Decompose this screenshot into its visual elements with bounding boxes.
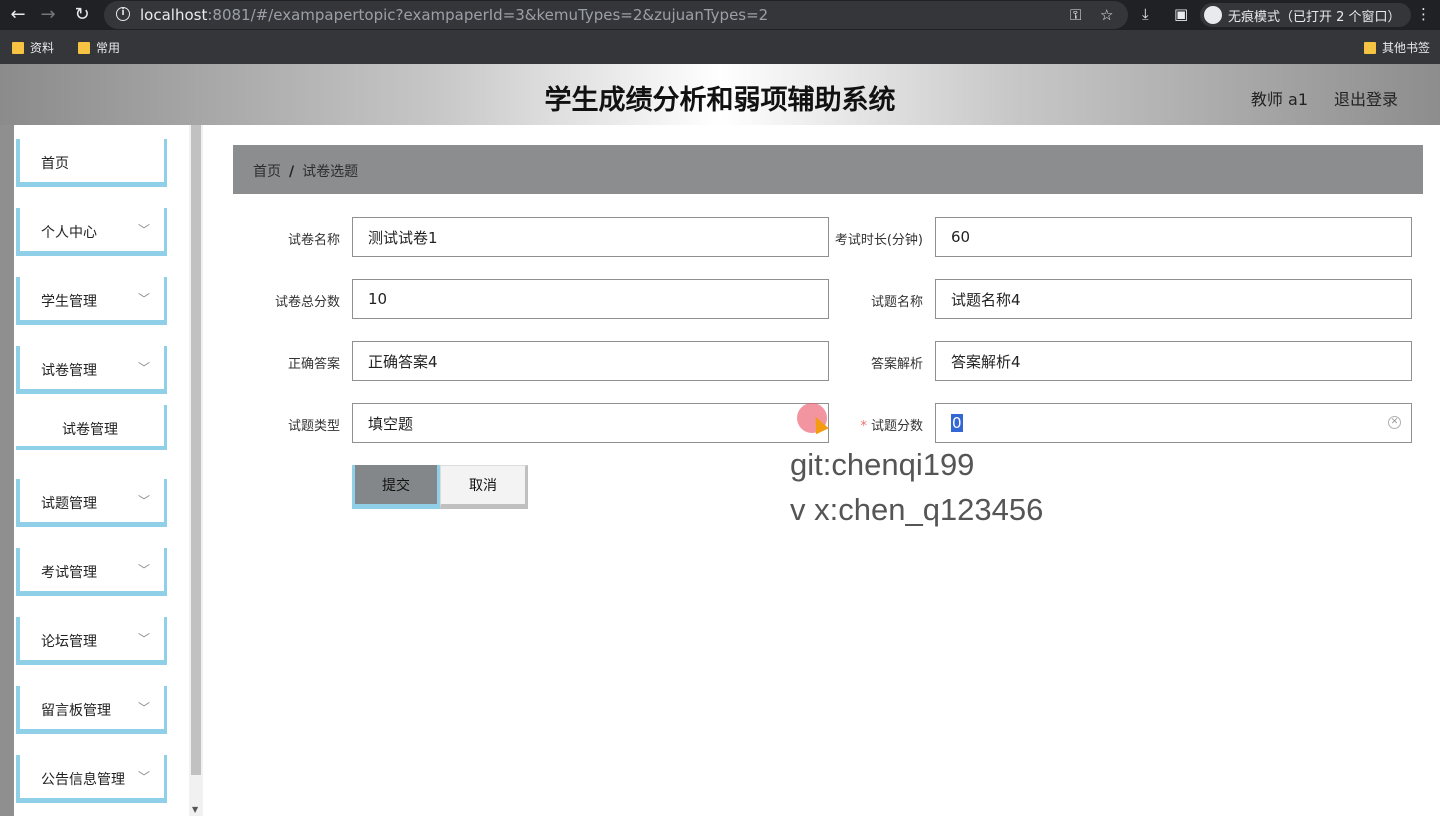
chevron-down-icon: ﹀ bbox=[137, 361, 150, 375]
other-bookmarks-label: 其他书签 bbox=[1382, 41, 1431, 55]
chevron-down-icon: ﹀ bbox=[137, 563, 150, 577]
reload-icon[interactable]: ↻ bbox=[72, 5, 92, 25]
clear-icon[interactable]: ✕ bbox=[1388, 416, 1401, 429]
sidebar-item-label: 论坛管理 bbox=[41, 634, 97, 650]
folder-icon bbox=[78, 41, 90, 54]
sidebar-item-label: 公告信息管理 bbox=[41, 772, 125, 788]
sidebar-item-label: 试题管理 bbox=[41, 496, 97, 512]
overlay-text-contact: v x:chen_q123456 bbox=[790, 492, 1044, 527]
address-bar[interactable]: i localhost:8081/#/exampapertopic?exampa… bbox=[104, 1, 1128, 29]
question-score-input[interactable]: 0 ✕ bbox=[935, 403, 1412, 443]
sidebar-scrollbar[interactable]: ▼ bbox=[189, 125, 203, 816]
chevron-down-icon: ﹀ bbox=[137, 223, 150, 237]
bookmark-folder[interactable]: 常用 bbox=[78, 39, 120, 56]
url-text[interactable]: localhost:8081/#/exampapertopic?exampape… bbox=[140, 6, 768, 24]
question-type-input[interactable] bbox=[352, 403, 829, 443]
question-type-label: 试题类型 bbox=[287, 419, 340, 434]
question-name-input[interactable] bbox=[935, 279, 1412, 319]
overlay-text-git: git:chenqi199 bbox=[790, 447, 975, 482]
question-name-label: 试题名称 bbox=[870, 295, 923, 310]
sidepanel-icon[interactable]: ▣ bbox=[1174, 5, 1188, 23]
total-score-input[interactable] bbox=[352, 279, 829, 319]
sidebar-item-label: 考试管理 bbox=[41, 565, 97, 581]
sidebar-item-paper-management[interactable]: 试卷管理 ﹀ bbox=[16, 346, 167, 394]
question-score-label-text: 试题分数 bbox=[870, 419, 923, 434]
analysis-input[interactable] bbox=[935, 341, 1412, 381]
chevron-down-icon: ﹀ bbox=[137, 701, 150, 715]
sidebar-item-label: 学生管理 bbox=[41, 294, 97, 310]
sidebar-item-personal-center[interactable]: 个人中心 ﹀ bbox=[16, 208, 167, 256]
sidebar-item-label: 首页 bbox=[41, 156, 69, 172]
cancel-button[interactable]: 取消 bbox=[440, 465, 528, 509]
url-rest: :8081/#/exampapertopic?exampaperId=3&kem… bbox=[207, 6, 769, 24]
scroll-down-icon[interactable]: ▼ bbox=[192, 805, 198, 814]
incognito-badge[interactable]: 无痕模式（已打开 2 个窗口） bbox=[1200, 3, 1411, 27]
bookmark-label: 资料 bbox=[30, 41, 55, 55]
submenu-item-label: 试卷管理 bbox=[62, 422, 118, 438]
app-title: 学生成绩分析和弱项辅助系统 bbox=[544, 85, 896, 116]
bookmark-folder[interactable]: 资料 bbox=[12, 39, 54, 56]
paper-name-label: 试卷名称 bbox=[287, 233, 340, 248]
logout-link[interactable]: 退出登录 bbox=[1334, 86, 1398, 110]
browser-toolbar: ← → ↻ i localhost:8081/#/exampapertopic?… bbox=[0, 0, 1440, 30]
required-mark: * bbox=[860, 419, 867, 434]
chevron-down-icon: ﹀ bbox=[137, 494, 150, 508]
key-icon[interactable]: ⚿ bbox=[1070, 6, 1081, 24]
chevron-down-icon: ﹀ bbox=[137, 632, 150, 646]
forward-icon[interactable]: → bbox=[38, 5, 58, 25]
star-icon[interactable]: ☆ bbox=[1100, 6, 1113, 24]
folder-icon bbox=[12, 41, 24, 54]
paper-name-input[interactable] bbox=[352, 217, 829, 257]
bookmark-label: 常用 bbox=[96, 41, 121, 55]
total-score-label: 试卷总分数 bbox=[274, 295, 340, 310]
sidebar-item-exam-management[interactable]: 考试管理 ﹀ bbox=[16, 548, 167, 596]
back-icon[interactable]: ← bbox=[8, 5, 28, 25]
question-score-label: * 试题分数 bbox=[860, 415, 923, 434]
chevron-down-icon: ﹀ bbox=[137, 770, 150, 784]
breadcrumb: 首页 / 试卷选题 bbox=[253, 161, 358, 181]
incognito-icon bbox=[1204, 6, 1222, 24]
menu-dots-icon[interactable]: ⋮ bbox=[1416, 5, 1431, 23]
sidebar-item-message-board[interactable]: 留言板管理 ﹀ bbox=[16, 686, 167, 734]
duration-label: 考试时长(分钟) bbox=[834, 233, 923, 248]
sidebar-item-student-management[interactable]: 学生管理 ﹀ bbox=[16, 277, 167, 325]
answer-label: 正确答案 bbox=[287, 357, 340, 372]
download-icon[interactable]: ⤓ bbox=[1142, 5, 1149, 23]
question-score-value: 0 bbox=[951, 414, 963, 432]
other-bookmarks[interactable]: 其他书签 bbox=[1364, 39, 1430, 56]
url-host: localhost bbox=[140, 6, 208, 24]
submit-button[interactable]: 提交 bbox=[352, 465, 440, 509]
bookmarks-bar: 资料 常用 其他书签 bbox=[0, 30, 1440, 64]
chevron-down-icon: ﹀ bbox=[137, 292, 150, 306]
sidebar-item-announcements[interactable]: 公告信息管理 ﹀ bbox=[16, 755, 167, 803]
sidebar-item-label: 个人中心 bbox=[41, 225, 97, 241]
folder-icon bbox=[1364, 41, 1376, 54]
breadcrumb-home[interactable]: 首页 bbox=[253, 164, 281, 180]
breadcrumb-separator: / bbox=[289, 164, 295, 180]
sidebar-item-home[interactable]: 首页 bbox=[16, 139, 167, 187]
sidebar-item-forum-management[interactable]: 论坛管理 ﹀ bbox=[16, 617, 167, 665]
scroll-thumb[interactable] bbox=[191, 125, 201, 775]
answer-input[interactable] bbox=[352, 341, 829, 381]
sidebar-item-question-management[interactable]: 试题管理 ﹀ bbox=[16, 479, 167, 527]
incognito-label: 无痕模式（已打开 2 个窗口） bbox=[1228, 9, 1401, 25]
analysis-label: 答案解析 bbox=[870, 357, 923, 372]
breadcrumb-current: 试卷选题 bbox=[302, 164, 359, 180]
submenu-item-paper-management[interactable]: 试卷管理 bbox=[16, 405, 167, 450]
app-header: 学生成绩分析和弱项辅助系统 教师 a1 退出登录 bbox=[0, 64, 1440, 125]
current-user: 教师 a1 bbox=[1250, 90, 1308, 109]
breadcrumb-bar: 首页 / 试卷选题 bbox=[233, 145, 1423, 194]
duration-input[interactable] bbox=[935, 217, 1412, 257]
site-info-icon[interactable]: i bbox=[116, 7, 130, 21]
sidebar-item-label: 试卷管理 bbox=[41, 363, 97, 379]
sidebar-item-label: 留言板管理 bbox=[41, 703, 111, 719]
